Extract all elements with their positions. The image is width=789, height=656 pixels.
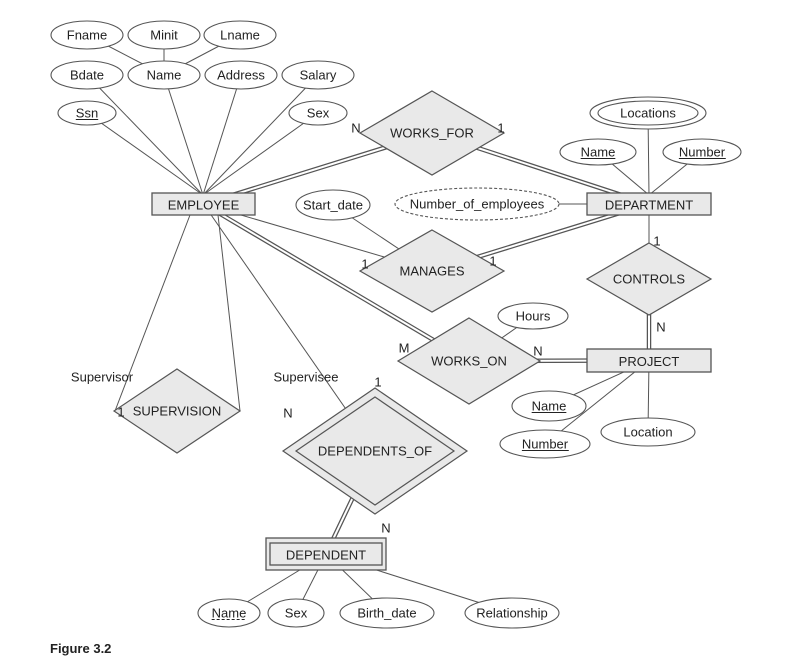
- entity-dependent[interactable]: DEPENDENT: [265, 537, 387, 571]
- cardinality-label: 1: [497, 121, 504, 136]
- cardinality-label: N: [351, 121, 360, 136]
- attribute-proj_location[interactable]: Location: [600, 417, 696, 447]
- entity-label: DEPARTMENT: [605, 198, 693, 213]
- attribute-label: Ssn: [76, 106, 98, 121]
- attribute-emp_name[interactable]: Name: [127, 60, 201, 90]
- cardinality-label: 1: [374, 375, 381, 390]
- attribute-emp_ssn[interactable]: Ssn: [57, 100, 117, 126]
- attribute-emp_salary[interactable]: Salary: [281, 60, 355, 90]
- attribute-emp_minit[interactable]: Minit: [127, 20, 201, 50]
- relationship-label: MANAGES: [399, 264, 464, 279]
- attribute-dept_locations[interactable]: Locations: [589, 96, 707, 130]
- relationship-label: WORKS_ON: [431, 354, 507, 369]
- entity-project[interactable]: PROJECT: [586, 348, 712, 373]
- attribute-label: Name: [532, 399, 567, 414]
- attribute-label: Number_of_employees: [410, 197, 545, 212]
- relationship-manages[interactable]: MANAGES: [358, 229, 506, 313]
- attribute-link: [202, 74, 319, 196]
- attribute-label: Minit: [150, 28, 178, 43]
- attribute-proj_name[interactable]: Name: [511, 390, 587, 422]
- cardinality-label: 1: [653, 234, 660, 249]
- cardinality-label: N: [381, 521, 390, 536]
- attribute-label: Fname: [67, 28, 107, 43]
- attribute-label: Lname: [220, 28, 260, 43]
- cardinality-label: 1: [489, 254, 496, 269]
- attribute-link: [202, 74, 242, 196]
- entity-label: EMPLOYEE: [168, 198, 240, 213]
- attribute-link: [163, 74, 204, 196]
- relationship-label: SUPERVISION: [133, 404, 222, 419]
- attribute-label: Name: [147, 68, 182, 83]
- attribute-dept_num_employees[interactable]: Number_of_employees: [394, 187, 560, 221]
- attribute-link: [202, 112, 319, 196]
- attribute-proj_number[interactable]: Number: [499, 429, 591, 459]
- er-diagram: EMPLOYEE DEPARTMENT PROJECT DEPENDENT WORKS_…: [50, 20, 742, 629]
- attribute-label: Relationship: [476, 606, 548, 621]
- attribute-dep_name[interactable]: Name: [197, 598, 261, 628]
- attribute-label: Sex: [285, 606, 308, 621]
- attribute-label: Name: [581, 145, 616, 160]
- cardinality-label: 1: [117, 405, 124, 420]
- attribute-label: Start_date: [303, 198, 363, 213]
- role-label: Supervisor: [71, 370, 134, 385]
- attribute-label: Number: [522, 437, 569, 452]
- attribute-wo_hours[interactable]: Hours: [497, 302, 569, 330]
- attribute-emp_fname[interactable]: Fname: [50, 20, 124, 50]
- attribute-link: [86, 74, 204, 196]
- relationship-controls[interactable]: CONTROLS: [585, 242, 713, 316]
- attribute-dep_sex[interactable]: Sex: [267, 598, 325, 628]
- attribute-label: Number: [679, 145, 726, 160]
- cardinality-label: N: [656, 320, 665, 335]
- cardinality-label: M: [399, 341, 410, 356]
- attribute-label: Bdate: [70, 68, 104, 83]
- entity-label: DEPENDENT: [286, 548, 366, 563]
- figure-caption: Figure 3.2: [50, 641, 112, 656]
- cardinality-label: N: [533, 344, 542, 359]
- attribute-label: Birth_date: [357, 606, 416, 621]
- attribute-mgr_start_date[interactable]: Start_date: [295, 189, 371, 221]
- attribute-dept_name[interactable]: Name: [559, 138, 637, 166]
- cardinality-label: N: [283, 406, 292, 421]
- relationship-works_for[interactable]: WORKS_FOR: [358, 90, 506, 176]
- relationship-label: WORKS_FOR: [390, 126, 474, 141]
- attribute-emp_bdate[interactable]: Bdate: [50, 60, 124, 90]
- relationship-label: CONTROLS: [613, 272, 686, 287]
- attribute-label: Salary: [300, 68, 337, 83]
- attribute-label: Locations: [620, 106, 676, 121]
- attribute-label: Sex: [307, 106, 330, 121]
- attribute-dept_number[interactable]: Number: [662, 138, 742, 166]
- attribute-label: Name: [212, 606, 247, 621]
- attribute-emp_lname[interactable]: Lname: [203, 20, 277, 50]
- attribute-dep_birth_date[interactable]: Birth_date: [339, 597, 435, 629]
- attribute-emp_sex[interactable]: Sex: [288, 100, 348, 126]
- cardinality-label: 1: [361, 257, 368, 272]
- attribute-label: Address: [217, 68, 265, 83]
- attribute-dep_relationship[interactable]: Relationship: [464, 597, 560, 629]
- attribute-label: Location: [623, 425, 672, 440]
- role-label: Supervisee: [273, 370, 338, 385]
- attribute-link: [86, 112, 204, 196]
- entity-employee[interactable]: EMPLOYEE: [151, 192, 256, 216]
- entity-department[interactable]: DEPARTMENT: [586, 192, 712, 216]
- attribute-emp_address[interactable]: Address: [204, 60, 278, 90]
- relationship-dependents_of[interactable]: DEPENDENTS_OF: [281, 387, 469, 515]
- attribute-label: Hours: [516, 309, 551, 324]
- link-employee-supervision: [217, 214, 241, 412]
- relationship-label: DEPENDENTS_OF: [318, 444, 432, 459]
- entity-label: PROJECT: [619, 354, 680, 369]
